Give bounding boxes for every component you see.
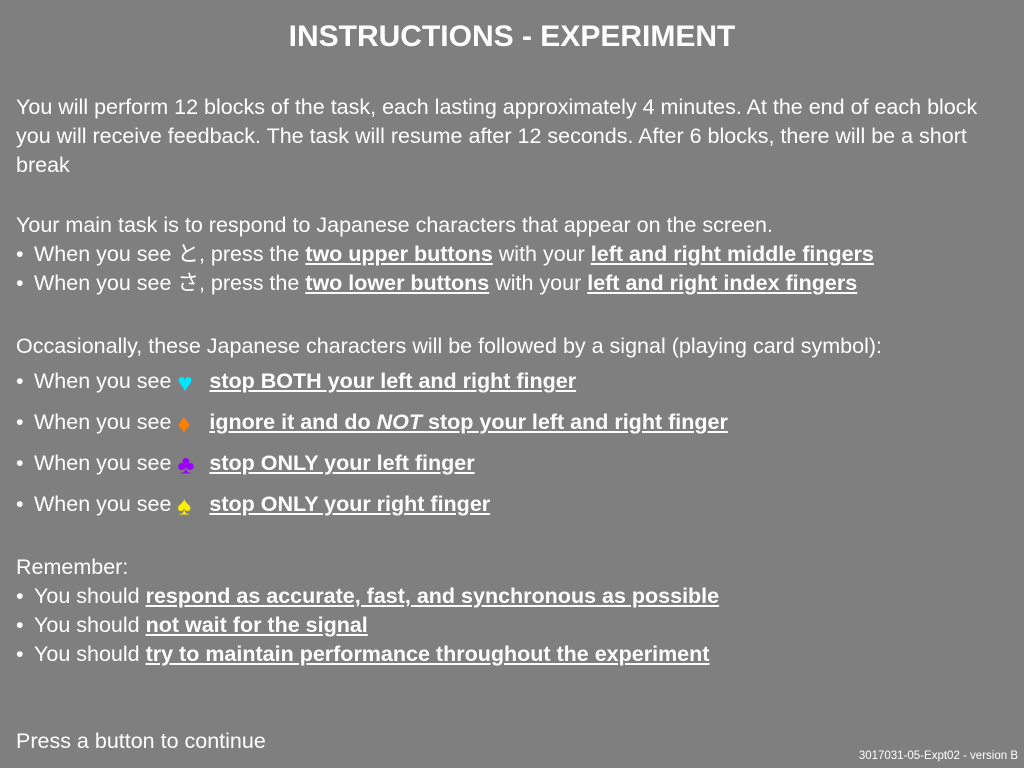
signal-item-heart: • When you see ♥ stop BOTH your left and r… <box>16 361 1001 402</box>
middle-fingers-text: left and right middle fingers <box>590 242 874 266</box>
bullet: • <box>16 642 24 666</box>
remember-no-wait-text: not wait for the signal <box>145 613 368 637</box>
bullet: • <box>16 410 24 434</box>
bullet: • <box>16 584 24 608</box>
bullet: • <box>16 492 24 516</box>
remember-heading: Remember: <box>16 555 129 579</box>
bullet: • <box>16 451 24 475</box>
task-item-lower: • When you see さ, press the two lower but… <box>16 269 1001 298</box>
remember-section: Remember: • You should respond as accurat… <box>16 553 1001 669</box>
task-item-mid: , press the <box>198 242 306 266</box>
bullet: • <box>16 271 24 295</box>
task-item-mid: , press the <box>198 271 306 295</box>
japanese-char-sa: さ <box>177 271 199 295</box>
remember-item: • You should try to maintain performance … <box>16 640 1001 669</box>
signal-diamond-text: ignore it and do NOT stop your left and … <box>209 410 728 434</box>
index-fingers-text: left and right index fingers <box>587 271 858 295</box>
task-item-prefix: When you see <box>34 271 178 295</box>
diamond-icon: ♦ <box>177 408 191 439</box>
main-task-heading: Your main task is to respond to Japanese… <box>16 213 773 237</box>
task-item-mid2: with your <box>492 242 591 266</box>
signal-item-diamond: • When you see ♦ ignore it and do NOT stop… <box>16 402 1001 443</box>
bullet: • <box>16 242 24 266</box>
remember-accuracy-text: respond as accurate, fast, and synchrono… <box>145 584 720 608</box>
signal-spade-text: stop ONLY your right finger <box>209 492 491 516</box>
page-title: INSTRUCTIONS - EXPERIMENT <box>288 20 736 53</box>
heart-icon: ♥ <box>177 367 193 398</box>
task-item-mid2: with your <box>489 271 588 295</box>
continue-prompt: Press a button to continue <box>16 729 266 753</box>
task-item-upper: • When you see と, press the two upper but… <box>16 240 1001 269</box>
version-label: 3017031-05-Expt02 - version B <box>858 750 1018 762</box>
remember-item: • You should respond as accurate, fast, a… <box>16 582 1001 611</box>
signal-prefix: When you see <box>34 451 178 475</box>
signals-section: Occasionally, these Japanese characters … <box>16 332 1001 525</box>
signal-item-club: • When you see ♣ stop ONLY your left finge… <box>16 443 1001 484</box>
remember-prefix: You should <box>34 584 146 608</box>
signal-heart-text: stop BOTH your left and right finger <box>209 369 577 393</box>
remember-prefix: You should <box>34 642 146 666</box>
signals-heading: Occasionally, these Japanese characters … <box>16 334 882 358</box>
bullet: • <box>16 613 24 637</box>
remember-item: • You should not wait for the signal <box>16 611 1001 640</box>
task-item-prefix: When you see <box>34 242 178 266</box>
remember-prefix: You should <box>34 613 146 637</box>
signal-club-text: stop ONLY your left finger <box>209 451 475 475</box>
signal-prefix: When you see <box>34 410 178 434</box>
club-icon: ♣ <box>177 449 195 480</box>
main-task-section: Your main task is to respond to Japanese… <box>16 211 1001 298</box>
two-upper-buttons-text: two upper buttons <box>305 242 493 266</box>
two-lower-buttons-text: two lower buttons <box>305 271 490 295</box>
signal-prefix: When you see <box>34 492 178 516</box>
japanese-char-to: と <box>177 242 199 266</box>
signal-item-spade: • When you see ♠ stop ONLY your right fing… <box>16 484 1001 525</box>
spade-icon: ♠ <box>177 490 192 521</box>
intro-paragraph: You will perform 12 blocks of the task, … <box>16 95 978 177</box>
signal-prefix: When you see <box>34 369 178 393</box>
bullet: • <box>16 369 24 393</box>
remember-performance-text: try to maintain performance throughout t… <box>145 642 710 666</box>
